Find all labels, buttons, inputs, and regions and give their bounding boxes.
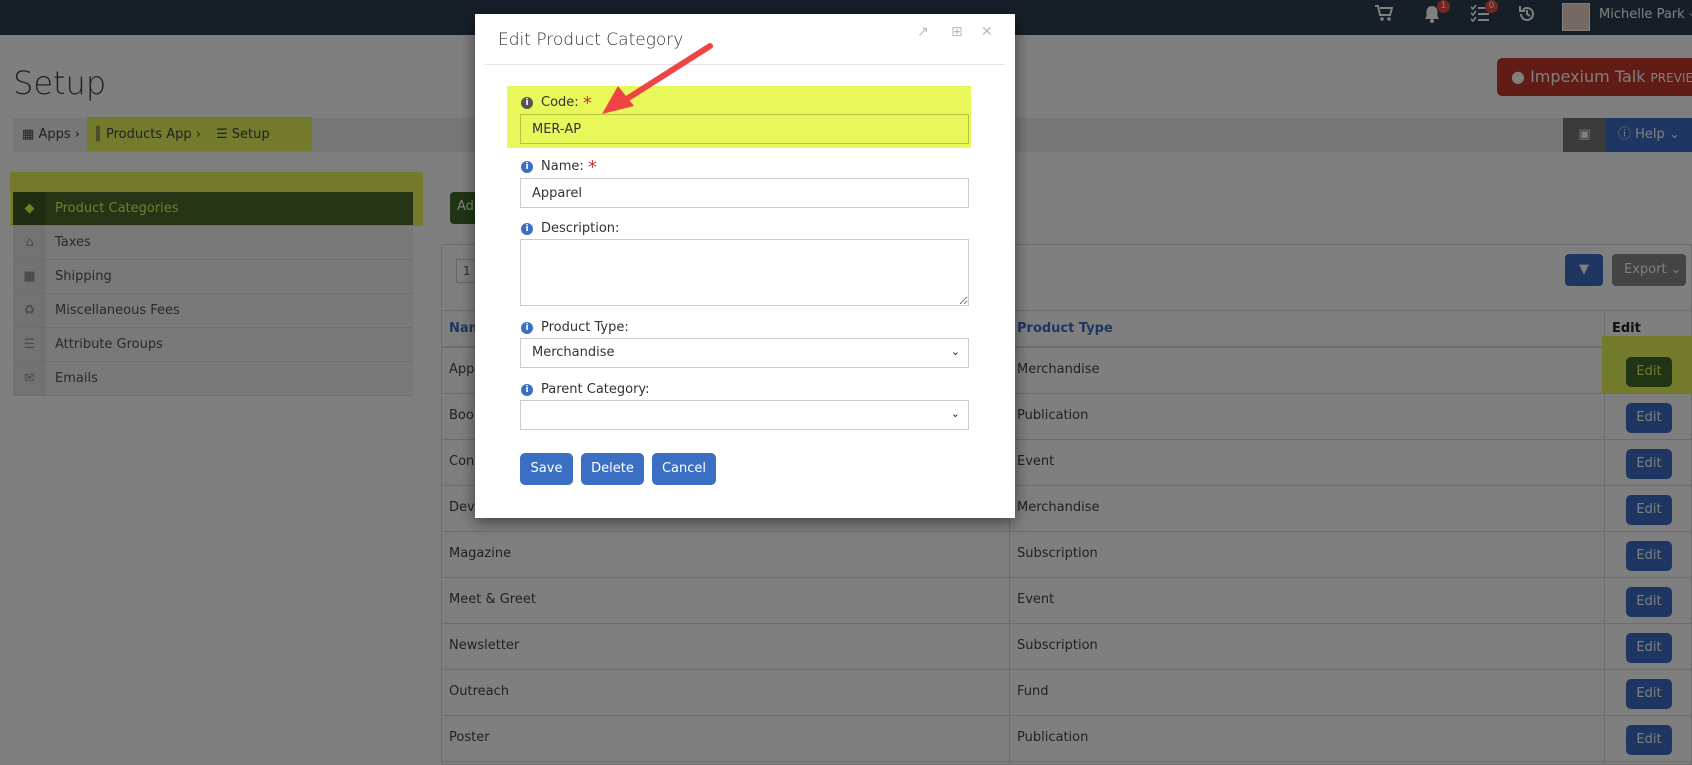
description-label: i Description: [521, 221, 619, 236]
chevron-down-icon: ⌄ [950, 345, 960, 358]
required-asterisk: * [582, 93, 592, 114]
info-icon: i [521, 161, 533, 173]
code-label-text: Code: [541, 95, 579, 110]
info-icon: i [521, 384, 533, 396]
parent-category-label: i Parent Category: [521, 382, 650, 397]
edit-product-category-modal: Edit Product Category ↗ ⊞ ✕ iCode: * iNa… [475, 14, 1015, 518]
parent-category-select[interactable]: ⌄ [520, 400, 969, 430]
name-label: i Name: * [521, 159, 597, 177]
annotation-arrow [602, 43, 713, 114]
code-input[interactable] [520, 114, 969, 144]
required-asterisk: * [587, 157, 597, 178]
save-button[interactable]: Save [520, 453, 573, 485]
info-icon: i [521, 322, 533, 334]
info-icon: i [521, 97, 533, 109]
delete-button[interactable]: Delete [581, 453, 644, 485]
product-type-label-text: Product Type: [541, 320, 629, 335]
modal-divider [485, 64, 1005, 65]
maximize-icon[interactable]: ⊞ [951, 24, 963, 40]
info-icon: i [521, 223, 533, 235]
name-input[interactable] [520, 178, 969, 208]
chevron-down-icon: ⌄ [950, 407, 960, 420]
description-textarea[interactable] [520, 239, 969, 306]
name-label-text: Name: [541, 159, 584, 174]
product-type-value: Merchandise [532, 345, 615, 360]
product-type-label: i Product Type: [521, 320, 629, 335]
popout-icon[interactable]: ↗ [917, 24, 929, 40]
cancel-button[interactable]: Cancel [652, 453, 716, 485]
description-label-text: Description: [541, 221, 620, 236]
parent-category-label-text: Parent Category: [541, 382, 650, 397]
close-icon[interactable]: ✕ [981, 24, 993, 40]
code-label: i Code: * [521, 95, 592, 113]
product-type-select[interactable]: Merchandise ⌄ [520, 338, 969, 368]
